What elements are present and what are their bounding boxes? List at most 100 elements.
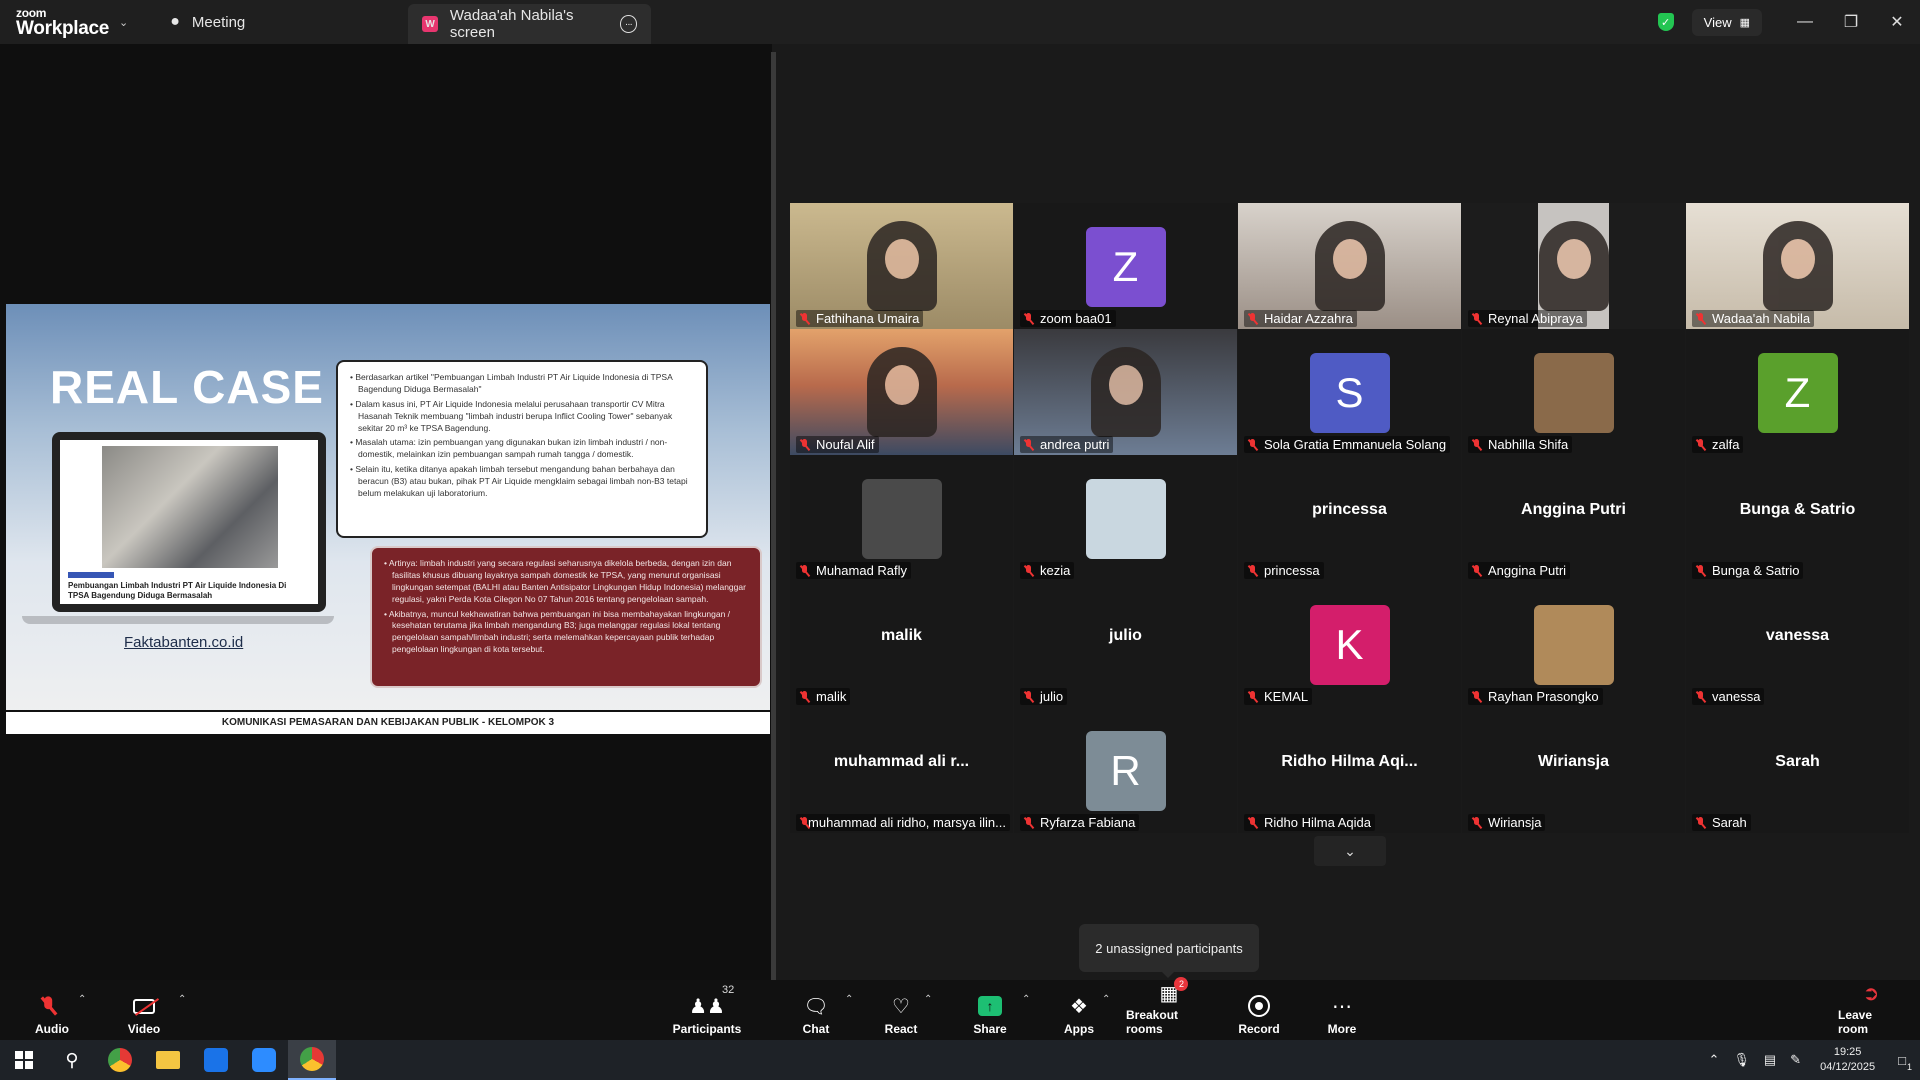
participant-tile[interactable]: Ridho Hilma Aqi... Ridho Hilma Aqida (1238, 707, 1461, 833)
network-icon[interactable]: ▤ (1764, 1052, 1776, 1068)
news-photo (102, 446, 278, 568)
mic-muted-icon (800, 816, 808, 829)
participant-tile[interactable]: Reynal Abipraya (1462, 203, 1685, 329)
presentation-slide: REAL CASE Pembuangan Limbah Industri PT … (6, 304, 770, 734)
chat-caret-icon[interactable]: ⌃ (845, 994, 853, 1005)
participant-tile[interactable]: Nabhilla Shifa (1462, 329, 1685, 455)
participant-tile[interactable]: K KEMAL (1238, 581, 1461, 707)
participant-tile[interactable]: S Sola Gratia Emmanuela Solang (1238, 329, 1461, 455)
split-divider[interactable] (771, 52, 776, 980)
heart-icon: ♡ (892, 995, 910, 1018)
participant-name-label: andrea putri (1020, 436, 1114, 453)
participant-avatar: S (1309, 353, 1390, 433)
participant-tile[interactable]: Anggina Putri Anggina Putri (1462, 455, 1685, 581)
participant-name-label: Muhamad Rafly (796, 562, 912, 579)
participant-tile[interactable]: Zzalfa (1686, 329, 1909, 455)
participant-display-name: Wiriansja (1538, 753, 1609, 770)
summary-point: • Masalah utama: izin pembuangan yang di… (350, 437, 668, 460)
chrome-taskbar-icon[interactable] (96, 1040, 144, 1080)
participant-tile[interactable]: andrea putri (1014, 329, 1237, 455)
participant-display-name: malik (881, 627, 922, 644)
clock-date: 04/12/2025 (1820, 1061, 1876, 1073)
participant-tile[interactable]: malik malik (790, 581, 1013, 707)
restore-icon[interactable]: ❐ (1828, 12, 1874, 32)
participant-tile[interactable]: Sarah Sarah (1686, 707, 1909, 833)
minimize-icon[interactable]: — (1782, 13, 1828, 31)
audio-button[interactable]: Audio (32, 986, 72, 1036)
participant-name: KEMAL (1264, 689, 1309, 704)
participant-tile[interactable]: Rayhan Prasongko (1462, 581, 1685, 707)
participant-name-label: Fathihana Umaira (796, 310, 924, 327)
microphone-icon[interactable]: 🎙 (1733, 1052, 1750, 1068)
news-caption: Pembuangan Limbah Industri PT Air Liquid… (68, 581, 287, 600)
tab-shared-screen[interactable]: W Wadaa'ah Nabila's screen ··· (408, 4, 652, 44)
notification-icon[interactable]: □ 1 (1898, 1053, 1912, 1072)
search-icon[interactable]: ⚲ (48, 1040, 96, 1080)
participant-tile[interactable]: princessa princessa (1238, 455, 1461, 581)
tray-overflow-icon[interactable]: ⌃ (1708, 1052, 1719, 1068)
mic-muted-icon (1248, 816, 1258, 829)
security-shield-icon[interactable]: ✓ (1657, 13, 1674, 31)
gallery-next-page-button[interactable]: ⌄ (1314, 836, 1386, 866)
laptop-image: Pembuangan Limbah Industri PT Air Liquid… (52, 432, 326, 612)
react-label: React (884, 1022, 918, 1036)
participant-name-label: kezia (1020, 562, 1075, 579)
participant-tile[interactable]: Muhamad Rafly (790, 455, 1013, 581)
apps-caret-icon[interactable]: ⌃ (1102, 994, 1110, 1005)
chrome-active-taskbar-icon[interactable] (288, 1040, 336, 1080)
participant-tile[interactable]: julio julio (1014, 581, 1237, 707)
zoom-taskbar-icon[interactable] (240, 1040, 288, 1080)
mic-muted-icon (1248, 690, 1258, 703)
share-button[interactable]: ↑ Share (972, 986, 1008, 1036)
participant-tile[interactable]: vanessa vanessa (1686, 581, 1909, 707)
clock[interactable]: 19:25 04/12/2025 (1820, 1045, 1875, 1075)
participant-tile[interactable]: Zzoom baa01 (1014, 203, 1237, 329)
share-label: Share (973, 1022, 1007, 1036)
participant-name: Ridho Hilma Aqida (1264, 815, 1371, 830)
share-caret-icon[interactable]: ⌃ (1022, 994, 1030, 1005)
participant-name: andrea putri (1040, 437, 1110, 452)
clock-time: 19:25 (1833, 1046, 1862, 1059)
video-caret-icon[interactable]: ⌃ (178, 994, 186, 1005)
chevron-down-icon[interactable]: ⌄ (119, 16, 128, 29)
app-store-icon[interactable] (192, 1040, 240, 1080)
react-caret-icon[interactable]: ⌃ (924, 994, 932, 1005)
close-icon[interactable]: ✕ (1874, 12, 1920, 32)
participant-name-label: Reynal Abipraya (1468, 310, 1587, 327)
react-button[interactable]: ♡ React (884, 986, 918, 1037)
participant-name: Wiriansja (1488, 815, 1542, 830)
participant-name-label: Sola Gratia Emmanuela Solang (1244, 436, 1451, 453)
participant-tile[interactable]: Noufal Alif (790, 329, 1013, 455)
apps-button[interactable]: ❖ Apps (1064, 986, 1094, 1037)
participant-tile[interactable]: Haidar Azzahra (1238, 203, 1461, 329)
mic-muted-icon (800, 438, 810, 451)
view-button[interactable]: View ▦ (1691, 8, 1762, 36)
chat-button[interactable]: 🗨 Chat (800, 986, 832, 1037)
leave-room-button[interactable]: ➲ Leave room (1838, 983, 1904, 1036)
mic-muted-icon (1024, 438, 1034, 451)
breakout-rooms-button[interactable]: ▦ 2 Breakout rooms (1126, 977, 1212, 1036)
record-button[interactable]: Record (1238, 986, 1280, 1036)
mic-muted-icon (44, 992, 60, 1020)
video-button[interactable]: Video (124, 986, 164, 1036)
participant-tile[interactable]: kezia (1014, 455, 1237, 581)
more-options-icon[interactable]: ··· (619, 15, 638, 33)
participant-tile[interactable]: muhammad ali r... muhammad ali ridho, mar… (790, 707, 1013, 833)
participant-name-label: Sarah (1692, 814, 1751, 831)
participant-name: Rayhan Prasongko (1488, 689, 1599, 704)
participant-tile[interactable]: Bunga & Satrio Bunga & Satrio (1686, 455, 1909, 581)
mic-muted-icon (1472, 312, 1482, 325)
participant-name: princessa (1264, 563, 1320, 578)
participant-tile[interactable]: Fathihana Umaira (790, 203, 1013, 329)
tab-meeting[interactable]: ● Meeting (156, 0, 406, 44)
file-explorer-icon[interactable] (144, 1040, 192, 1080)
more-button[interactable]: ⋯ More (1325, 986, 1359, 1037)
participant-tile[interactable]: Wiriansja Wiriansja (1462, 707, 1685, 833)
participant-tile[interactable]: R Ryfarza Fabiana (1014, 707, 1237, 833)
breakout-label: Breakout rooms (1126, 1008, 1179, 1036)
participant-tile[interactable]: Wadaa'ah Nabila (1686, 203, 1909, 329)
start-button[interactable] (0, 1040, 48, 1080)
pen-icon[interactable]: ✎ (1790, 1052, 1801, 1068)
participant-name: Sarah (1712, 815, 1747, 830)
audio-caret-icon[interactable]: ⌃ (78, 994, 86, 1005)
